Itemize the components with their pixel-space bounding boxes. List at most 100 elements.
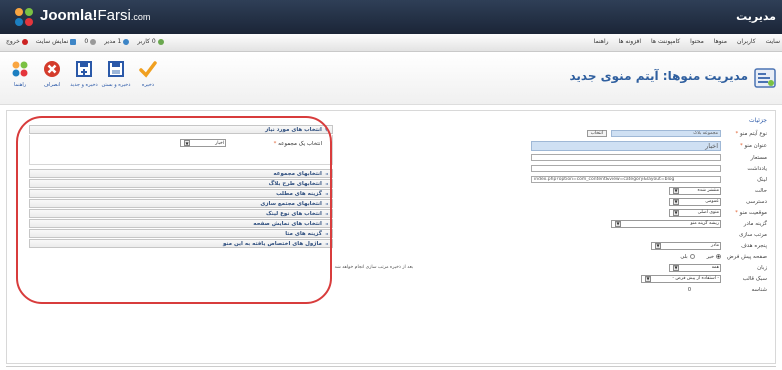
menu-item-users[interactable]: کاربران: [737, 38, 756, 45]
panel-blog-layout-options[interactable]: ◄ انتخابهای طرح بلاگ: [29, 179, 333, 188]
row-menu-item-type: نوع آیتم منو * مجموعه بلاگ انتخاب: [327, 128, 767, 139]
menu-manager-icon: [754, 68, 776, 88]
cancel-label: انصراف: [43, 82, 61, 88]
menu-item-help[interactable]: راهنما: [594, 38, 609, 45]
menu-item-extensions[interactable]: افزونه ها: [619, 38, 642, 45]
panel-integration-options[interactable]: ◄ انتخابهای مجتمع سازی: [29, 199, 333, 208]
panel-module-assignment[interactable]: ◄ ماژول های اختصاص یافته به این منو: [29, 239, 333, 248]
save-check-icon: [139, 61, 157, 78]
panel-link-type-options[interactable]: ◄ انتخاب های نوع لینک: [29, 209, 333, 218]
chevron-down-icon: ▼: [673, 209, 679, 216]
row-title: عنوان منو * اخبار: [327, 139, 767, 152]
joomla-logo-icon: [15, 8, 33, 26]
save-close-button[interactable]: ذخیره و بستن: [102, 59, 130, 88]
template-style-label: سبک قالب: [742, 275, 767, 282]
parent-select[interactable]: ریشه گزینه منو ▼: [611, 219, 721, 228]
page-title: مدیریت منوها: آیتم منوی جدید: [569, 69, 748, 83]
note-input[interactable]: [531, 165, 721, 172]
status-select[interactable]: منتشر شده ▼: [669, 186, 721, 195]
row-ordering: مرتب سازی: [327, 229, 767, 240]
row-template-style: سبک قالب - استفاده از پیش فرض - ▼: [327, 273, 767, 284]
id-label: شناسه: [751, 286, 767, 293]
row-parent: گزینه مادر ریشه گزینه منو ▼: [327, 218, 767, 229]
link-input[interactable]: index.php?option=com_content&view=catego…: [531, 176, 721, 183]
triangle-left-icon: ◄: [324, 191, 328, 196]
row-note: یادداشت: [327, 163, 767, 174]
menu-item-components[interactable]: کامپوننت ها: [651, 38, 680, 45]
home-yes-radio[interactable]: بلی: [680, 254, 695, 260]
panel-category-options[interactable]: ◄ انتخابهای مجموعه: [29, 169, 333, 178]
logout-icon: [21, 38, 28, 45]
messages-status[interactable]: 0: [84, 38, 97, 45]
panel-required-options[interactable]: ▼ انتخاب های مورد نیاز: [29, 125, 333, 134]
menu-item-content[interactable]: محتوا: [690, 38, 704, 45]
title-input[interactable]: اخبار: [531, 140, 721, 151]
link-label: لینک: [757, 176, 767, 183]
triangle-left-icon: ◄: [324, 221, 328, 226]
language-label: زبان: [757, 264, 767, 271]
access-select[interactable]: عمومی ▼: [669, 197, 721, 206]
triangle-left-icon: ◄: [324, 211, 328, 216]
panel-page-display-options[interactable]: ◄ انتخاب های نمایش صفحه: [29, 219, 333, 228]
panel-metadata-options[interactable]: ◄ گزینه های متا: [29, 229, 333, 238]
row-menu-location: موقعیت منو * منوی اصلی ▼: [327, 207, 767, 218]
cancel-icon: [44, 61, 60, 77]
ordering-note: بعد از ذخیره مرتب سازی انجام خواهد شد: [334, 265, 413, 270]
radio-checked-icon: [716, 254, 721, 259]
row-id: شناسه 0: [327, 284, 767, 295]
menu-item-type-field[interactable]: مجموعه بلاگ: [611, 130, 721, 137]
alias-input[interactable]: [531, 154, 721, 161]
logo-joomla: Joomla!: [40, 7, 98, 24]
chevron-down-icon: ▼: [673, 264, 679, 271]
panel-article-options[interactable]: ◄ گزینه های مطلب: [29, 189, 333, 198]
visitors-count: 0 کاربر: [137, 38, 156, 45]
save-new-icon: [76, 61, 92, 77]
footer-divider: [6, 366, 776, 367]
save-new-button[interactable]: ذخیره و جدید: [70, 59, 98, 88]
alias-label: مستعار: [750, 154, 768, 161]
help-button[interactable]: راهنما: [6, 59, 34, 88]
details-legend: جزئیات: [749, 117, 767, 124]
chevron-down-icon: ▼: [645, 275, 651, 282]
id-value: 0: [687, 286, 691, 293]
admin-icon: [123, 38, 130, 45]
triangle-left-icon: ◄: [324, 241, 328, 246]
cancel-button[interactable]: انصراف: [38, 59, 66, 88]
monitor-icon: [70, 38, 77, 45]
row-access: دسترسی عمومی ▼: [327, 196, 767, 207]
view-site-link[interactable]: نمایش سایت: [36, 38, 77, 45]
home-label: صفحه پیش فرض: [727, 253, 767, 260]
users-icon: [157, 38, 164, 45]
view-site-label: نمایش سایت: [35, 38, 69, 45]
save-button[interactable]: ذخیره: [134, 59, 162, 88]
messages-count: 0: [84, 38, 89, 45]
logo-tld: .com: [130, 12, 151, 22]
row-alias: مستعار: [327, 152, 767, 163]
select-type-button[interactable]: انتخاب: [586, 130, 607, 137]
status-label: حالت: [754, 187, 767, 194]
choose-category-label: انتخاب یک مجموعه *: [273, 141, 322, 147]
target-select[interactable]: مادر ▼: [651, 241, 721, 250]
toolbar-buttons: ذخیره ذخیره و بستن ذخیره و جدید انصراف ر…: [6, 59, 162, 88]
main-menu: سایت کاربران منوها محتوا کامپوننت ها افز…: [594, 38, 780, 45]
triangle-down-icon: ▼: [324, 127, 328, 132]
panel-required-body: انتخاب یک مجموعه * اخبار ▼: [29, 135, 333, 165]
title-label: عنوان منو *: [739, 142, 767, 149]
logout-link[interactable]: خروج: [6, 38, 28, 45]
save-close-label: ذخیره و بستن: [101, 82, 131, 88]
options-sliders: ▼ انتخاب های مورد نیاز انتخاب یک مجموعه *…: [29, 125, 333, 249]
toolbar: ذخیره ذخیره و بستن ذخیره و جدید انصراف ر…: [0, 53, 782, 105]
choose-category-select[interactable]: اخبار ▼: [180, 139, 226, 147]
menu-item-menus[interactable]: منوها: [714, 38, 727, 45]
chevron-down-icon: ▼: [673, 187, 679, 194]
triangle-left-icon: ◄: [324, 201, 328, 206]
row-target: پنجره هدف مادر ▼: [327, 240, 767, 251]
template-style-select[interactable]: - استفاده از پیش فرض - ▼: [641, 274, 721, 283]
menu-item-site[interactable]: سایت: [766, 38, 780, 45]
note-label: یادداشت: [747, 165, 767, 172]
home-no-radio[interactable]: خیر: [707, 254, 721, 260]
language-select[interactable]: همه ▼: [669, 263, 721, 272]
help-icon: [12, 61, 28, 77]
menu-location-select[interactable]: منوی اصلی ▼: [669, 208, 721, 217]
menu-item-type-label: نوع آیتم منو *: [735, 130, 767, 137]
